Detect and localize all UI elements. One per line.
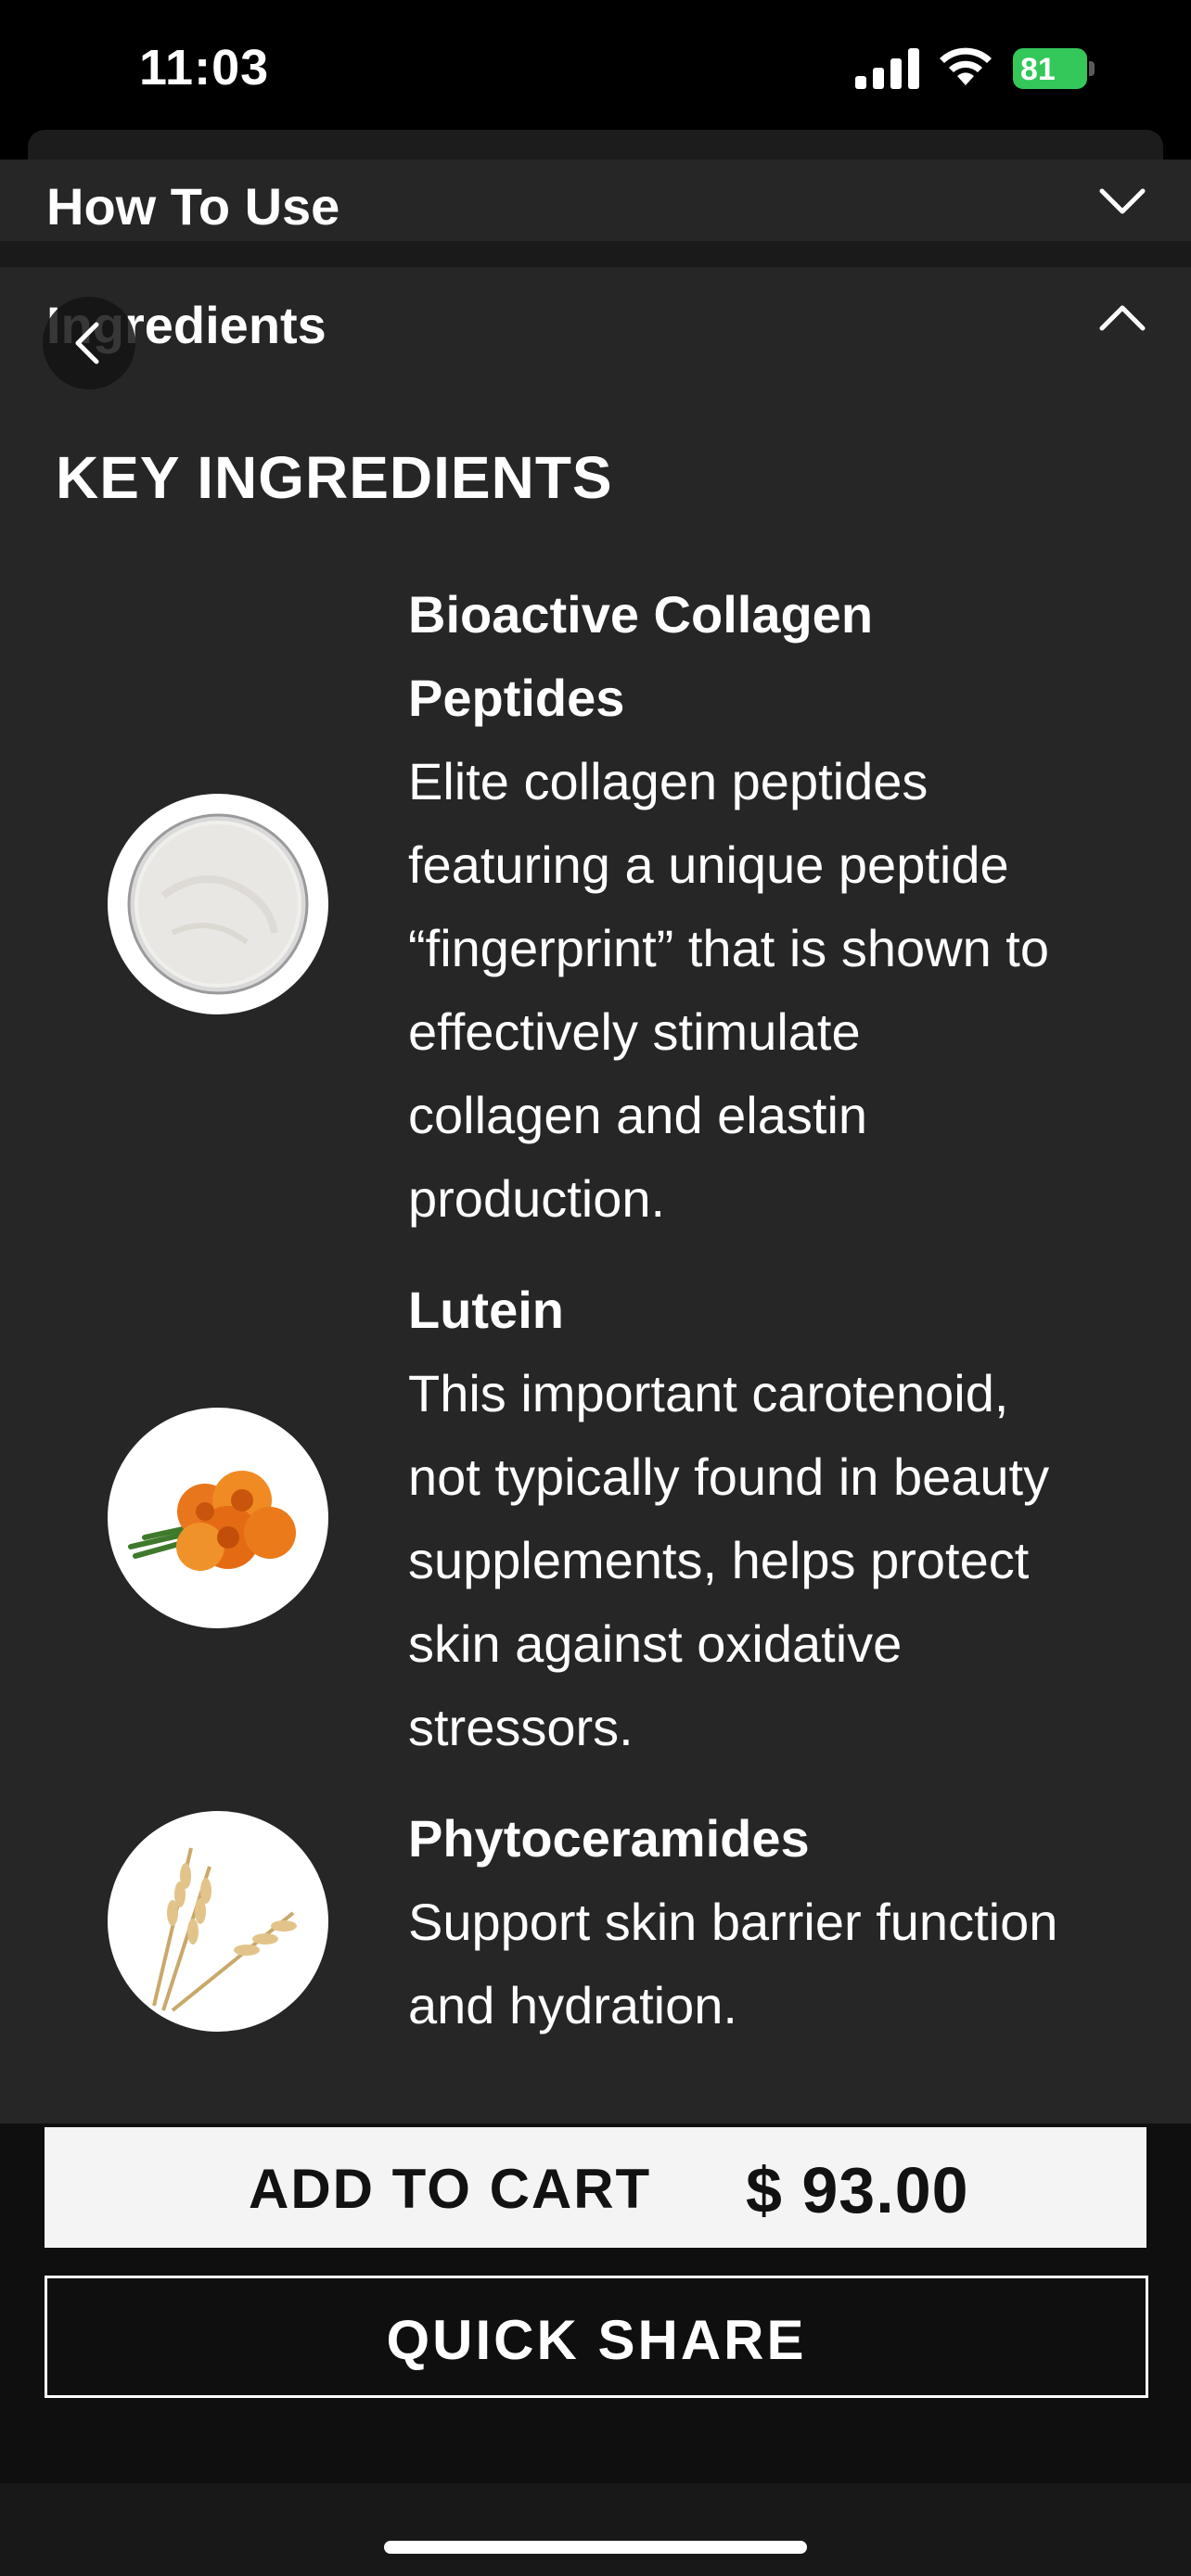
ingredient-description-line: not typically found in beauty	[408, 1447, 1050, 1506]
ingredient-name: Lutein	[408, 1281, 564, 1339]
ingredient-description-line: collagen and elastin	[408, 1086, 868, 1144]
ingredient-name: Phytoceramides	[408, 1809, 810, 1868]
ingredient-description-line: “fingerprint” that is shown to	[408, 919, 1049, 977]
ingredient-description-line: skin against oxidative	[408, 1614, 903, 1673]
add-to-cart-button[interactable]: ADD TO CART $ 93.00	[45, 2127, 1146, 2248]
ingredient-description-line: production.	[408, 1169, 666, 1228]
collagen-powder-image	[108, 794, 328, 1014]
ingredient-description-line: Elite collagen peptides	[408, 752, 928, 810]
back-button[interactable]	[43, 297, 135, 389]
quick-share-button[interactable]: QUICK SHARE	[45, 2276, 1148, 2398]
ingredient-description-line: Support skin barrier function	[408, 1893, 1058, 1951]
quick-share-label: QUICK SHARE	[386, 2309, 807, 2371]
chevron-up-icon[interactable]	[1096, 295, 1148, 341]
ingredient-name: Bioactive Collagen	[408, 585, 874, 644]
divider	[0, 241, 1191, 267]
key-ingredients-heading: KEY INGREDIENTS	[56, 444, 613, 511]
ingredient-description-line: and hydration.	[408, 1976, 737, 2034]
cellular-signal-icon	[855, 48, 919, 89]
marigold-flowers-image	[108, 1408, 328, 1628]
home-indicator-area	[0, 2483, 1191, 2576]
accordion-ingredients: Ingredients KEY INGREDIENTS Bioactive Co…	[0, 267, 1191, 2123]
add-to-cart-label: ADD TO CART	[249, 2158, 652, 2220]
ingredient-description-line: effectively stimulate	[408, 1002, 861, 1061]
battery-level: 81	[1020, 52, 1056, 87]
accordion-how-to-use[interactable]: How To Use	[0, 159, 1191, 241]
ingredient-description-line: This important carotenoid,	[408, 1364, 1009, 1422]
home-indicator[interactable]	[384, 2541, 807, 2554]
status-time: 11:03	[139, 40, 270, 96]
status-bar: 11:03 81	[0, 0, 1191, 139]
wheat-stalks-image	[108, 1811, 328, 2032]
ingredient-description-line: stressors.	[408, 1698, 634, 1756]
ingredient-description-line: featuring a unique peptide	[408, 835, 1009, 894]
chevron-down-icon[interactable]	[1096, 178, 1148, 224]
price: $ 93.00	[746, 2154, 969, 2226]
accordion-title: How To Use	[46, 177, 340, 236]
ingredient-description-line: supplements, helps protect	[408, 1531, 1030, 1589]
bottom-action-bar: ADD TO CART $ 93.00 QUICK SHARE	[0, 2123, 1191, 2483]
ingredient-name-line2: Peptides	[408, 669, 625, 727]
battery-icon: 81	[1013, 48, 1095, 89]
chevron-left-icon	[75, 322, 99, 364]
wifi-icon	[940, 47, 992, 85]
